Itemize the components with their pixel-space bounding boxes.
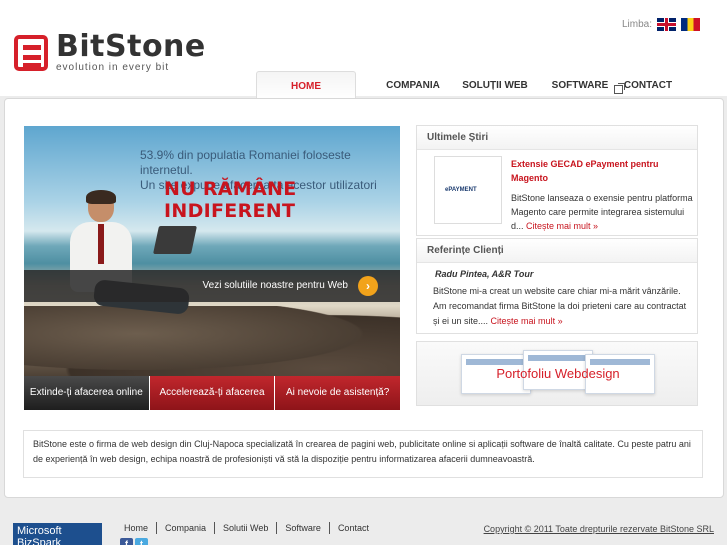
banner-headline: NU RĂMÂNE INDIFERENT: [164, 178, 297, 222]
site-logo[interactable]: BitStone evolution in every bit: [14, 29, 205, 78]
bitstone-logo-icon: [14, 35, 48, 71]
laptop-shape: [153, 226, 197, 254]
logo-tagline: evolution in every bit: [56, 62, 170, 73]
social-links: f t: [120, 538, 148, 545]
portfolio-banner[interactable]: Portofoliu Webdesign: [416, 341, 698, 406]
tie-shape: [98, 224, 104, 264]
en-flag-icon[interactable]: [657, 18, 676, 31]
about-text: BitStone este o firma de web design din …: [23, 430, 703, 478]
footer-link-contact[interactable]: Contact: [330, 522, 377, 534]
reference-read-more-link[interactable]: Citește mai mult »: [491, 316, 563, 326]
banner-text-line1: 53.9% din populatia Romaniei foloseste i…: [140, 148, 351, 177]
twitter-icon[interactable]: t: [135, 538, 148, 545]
references-title: Referințe Clienți: [417, 239, 697, 263]
nav-home[interactable]: HOME: [256, 71, 356, 99]
news-headline[interactable]: Extensie GECAD ePayment pentru Magento: [511, 157, 691, 185]
footer-nav: Home Compania Solutii Web Software Conta…: [118, 522, 377, 534]
main-nav: HOME COMPANIA SOLUȚII WEB SOFTWARE CONTA…: [256, 71, 678, 99]
tab-accelereaza[interactable]: Accelerează-ți afacerea: [149, 376, 276, 410]
hero-banner[interactable]: 53.9% din populatia Romaniei foloseste i…: [24, 126, 400, 376]
news-thumbnail[interactable]: ePAYMENT: [434, 156, 502, 224]
references-box: Referințe Clienți Radu Pintea, A&R Tour …: [416, 238, 698, 334]
external-link-icon: [614, 83, 625, 94]
footer-link-home[interactable]: Home: [118, 522, 158, 534]
news-body: BitStone lanseaza o exensie pentru platf…: [511, 191, 695, 233]
site-header: Limba: BitStone evolution in every bit H…: [0, 0, 727, 99]
tab-extinde[interactable]: Extinde-ți afacerea online: [24, 376, 150, 410]
nav-solutii-web[interactable]: SOLUȚII WEB: [454, 71, 536, 99]
banner-tabs: Extinde-ți afacerea online Accelerează-ț…: [24, 376, 401, 410]
news-box: Ultimele Știri ePAYMENT Extensie GECAD e…: [416, 125, 698, 236]
gecad-epayment-logo-icon: ePAYMENT: [445, 187, 477, 193]
footer-link-solutii-web[interactable]: Solutii Web: [215, 522, 278, 534]
nav-contact[interactable]: CONTACT: [614, 71, 678, 99]
portfolio-label[interactable]: Portofoliu Webdesign: [417, 366, 699, 381]
chevron-right-icon[interactable]: ›: [358, 276, 378, 296]
banner-cta[interactable]: Vezi solutiile noastre pentru Web ›: [24, 270, 400, 302]
banner-cta-label[interactable]: Vezi solutiile noastre pentru Web: [203, 280, 348, 291]
nav-contact-label: CONTACT: [623, 80, 673, 91]
language-switcher: Limba:: [622, 18, 700, 31]
footer-link-compania[interactable]: Compania: [157, 522, 216, 534]
footer-link-software[interactable]: Software: [277, 522, 330, 534]
language-label: Limba:: [621, 19, 652, 30]
facebook-icon[interactable]: f: [120, 538, 133, 545]
nav-software[interactable]: SOFTWARE: [544, 71, 616, 99]
microsoft-bizspark-logo[interactable]: Microsoft BizSpark: [13, 523, 102, 545]
copyright-text[interactable]: Copyright © 2011 Toate drepturile rezerv…: [484, 524, 714, 534]
tab-asistenta[interactable]: Ai nevoie de asistență?: [275, 376, 401, 410]
hair-shape: [86, 190, 116, 204]
news-read-more-link[interactable]: Citește mai mult »: [526, 221, 598, 231]
ro-flag-icon[interactable]: [681, 18, 700, 31]
news-title: Ultimele Știri: [417, 126, 697, 150]
logo-name: BitStone: [56, 29, 206, 64]
reference-body: BitStone mi-a creat un website care chia…: [433, 284, 693, 329]
reference-author: Radu Pintea, A&R Tour: [435, 269, 534, 279]
nav-compania[interactable]: COMPANIA: [376, 71, 450, 99]
